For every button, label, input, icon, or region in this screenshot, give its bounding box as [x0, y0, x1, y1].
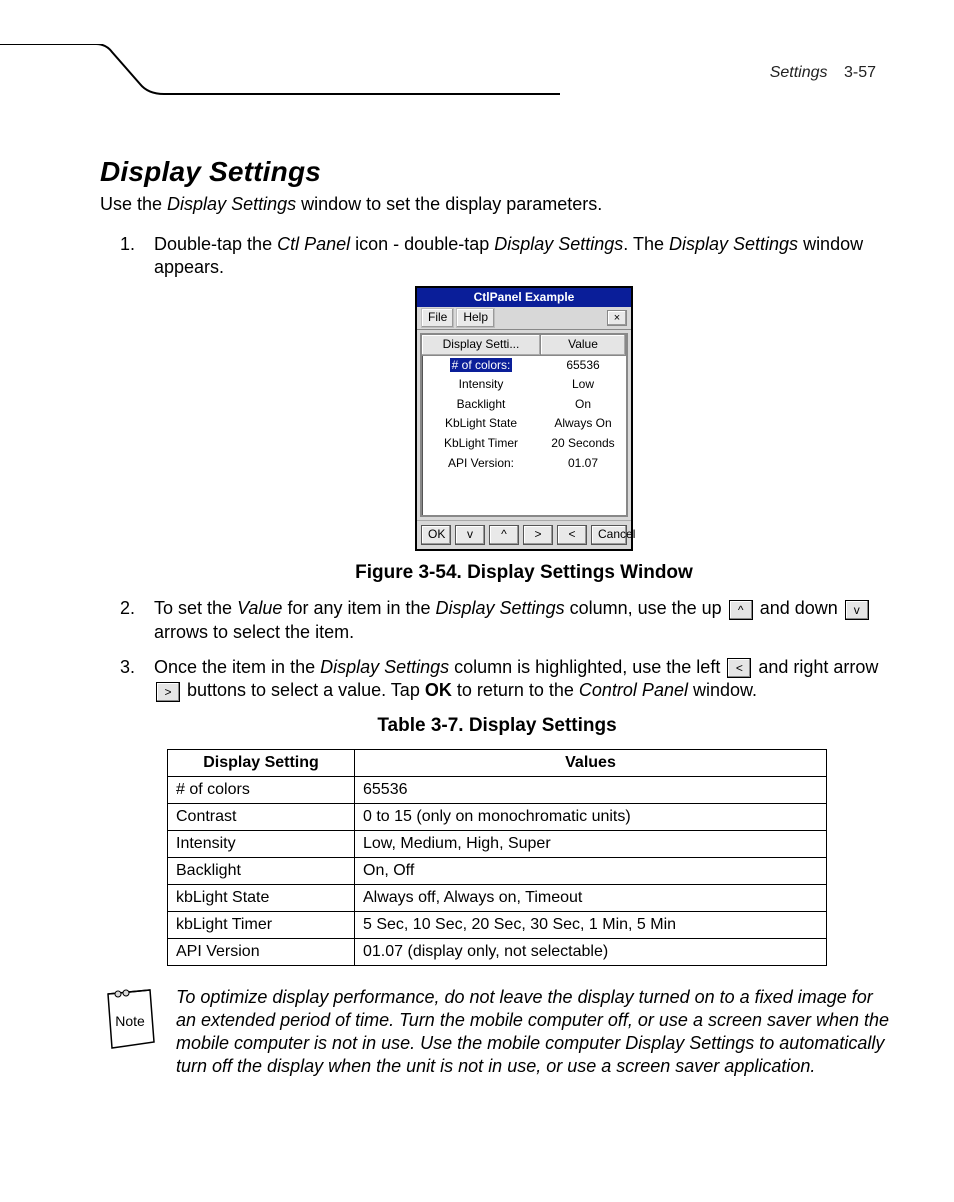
table-cell-setting: kbLight Timer — [168, 911, 355, 938]
table-caption: Table 3-7. Display Settings — [100, 715, 894, 737]
list-row[interactable]: KbLight StateAlways On — [422, 414, 626, 434]
table-row: BacklightOn, Off — [168, 857, 827, 884]
table-cell-setting: API Version — [168, 938, 355, 965]
table-cell-values: Always off, Always on, Timeout — [355, 884, 827, 911]
window-titlebar: CtlPanel Example — [417, 288, 631, 308]
list-cell-label: KbLight State — [422, 414, 540, 434]
figure-display-settings-window: CtlPanel Example File Help × Display Set… — [154, 286, 894, 551]
left-key-icon: < — [727, 658, 751, 678]
window-close-button[interactable]: × — [607, 310, 627, 326]
table-cell-setting: Contrast — [168, 803, 355, 830]
list-row[interactable]: # of colors:65536 — [422, 356, 626, 376]
list-cell-value: 20 Seconds — [540, 434, 626, 454]
down-key-icon: v — [845, 600, 869, 620]
table-row: # of colors65536 — [168, 776, 827, 803]
up-key-icon: ^ — [729, 600, 753, 620]
table-cell-setting: Intensity — [168, 830, 355, 857]
list-cell-value: Low — [540, 375, 626, 395]
table-header-setting: Display Setting — [168, 749, 355, 776]
list-cell-label: API Version: — [422, 454, 540, 474]
list-cell-label: Intensity — [422, 375, 540, 395]
list-cell-label: # of colors: — [422, 356, 540, 376]
ctlpanel-window: CtlPanel Example File Help × Display Set… — [415, 286, 633, 551]
left-button[interactable]: < — [557, 525, 587, 545]
up-button[interactable]: ^ — [489, 525, 519, 545]
note-icon: Note — [100, 986, 158, 1059]
table-cell-values: 01.07 (display only, not selectable) — [355, 938, 827, 965]
section-heading: Display Settings — [100, 156, 894, 188]
table-cell-setting: # of colors — [168, 776, 355, 803]
menu-file[interactable]: File — [421, 308, 454, 328]
list-row[interactable]: BacklightOn — [422, 395, 626, 415]
table-cell-values: 5 Sec, 10 Sec, 20 Sec, 30 Sec, 1 Min, 5 … — [355, 911, 827, 938]
list-cell-value: 01.07 — [540, 454, 626, 474]
table-cell-setting: kbLight State — [168, 884, 355, 911]
list-cell-value: Always On — [540, 414, 626, 434]
note-block: Note To optimize display performance, do… — [100, 986, 894, 1078]
table-row: kbLight Timer5 Sec, 10 Sec, 20 Sec, 30 S… — [168, 911, 827, 938]
list-cell-value: 65536 — [540, 356, 626, 376]
list-header-col1: Display Setti... — [422, 335, 541, 355]
table-header-values: Values — [355, 749, 827, 776]
running-header: Settings 3-57 — [770, 64, 876, 82]
table-row: API Version 01.07 (display only, not sel… — [168, 938, 827, 965]
right-button[interactable]: > — [523, 525, 553, 545]
table-cell-setting: Backlight — [168, 857, 355, 884]
lead-paragraph: Use the Display Settings window to set t… — [100, 194, 894, 215]
note-text: To optimize display performance, do not … — [176, 986, 894, 1078]
list-cell-label: Backlight — [422, 395, 540, 415]
table-cell-values: 65536 — [355, 776, 827, 803]
svg-text:Note: Note — [115, 1013, 145, 1029]
table-cell-values: Low, Medium, High, Super — [355, 830, 827, 857]
page: Settings 3-57 Display Settings Use the D… — [0, 0, 954, 1202]
list-header: Display Setti... Value — [422, 335, 626, 356]
list-row[interactable]: IntensityLow — [422, 375, 626, 395]
table-row: IntensityLow, Medium, High, Super — [168, 830, 827, 857]
table-cell-values: On, Off — [355, 857, 827, 884]
window-button-bar: OK v ^ > < Cancel — [417, 520, 631, 549]
running-header-label: Settings — [770, 64, 828, 81]
table-row: kbLight StateAlways off, Always on, Time… — [168, 884, 827, 911]
table-cell-values: 0 to 15 (only on monochromatic units) — [355, 803, 827, 830]
cancel-button[interactable]: Cancel — [591, 525, 627, 545]
list-header-col2: Value — [541, 335, 626, 355]
running-header-page: 3-57 — [844, 64, 876, 81]
ok-button[interactable]: OK — [421, 525, 451, 545]
list-row[interactable]: KbLight Timer20 Seconds — [422, 434, 626, 454]
list-cell-label: KbLight Timer — [422, 434, 540, 454]
list-cell-value: On — [540, 395, 626, 415]
steps-list: Double-tap the Ctl Panel icon - double-t… — [140, 233, 894, 703]
down-button[interactable]: v — [455, 525, 485, 545]
step-3: Once the item in the Display Settings co… — [140, 656, 894, 703]
display-settings-table: Display Setting Values # of colors65536C… — [167, 749, 827, 966]
table-row: Contrast0 to 15 (only on monochromatic u… — [168, 803, 827, 830]
figure-caption: Figure 3-54. Display Settings Window — [154, 561, 894, 586]
window-menubar: File Help × — [417, 307, 631, 330]
menu-help[interactable]: Help — [456, 308, 495, 328]
right-key-icon: > — [156, 682, 180, 702]
settings-listview[interactable]: Display Setti... Value # of colors:65536… — [420, 333, 628, 517]
step-1: Double-tap the Ctl Panel icon - double-t… — [140, 233, 894, 585]
step-2: To set the Value for any item in the Dis… — [140, 597, 894, 644]
list-row[interactable]: API Version:01.07 — [422, 454, 626, 474]
